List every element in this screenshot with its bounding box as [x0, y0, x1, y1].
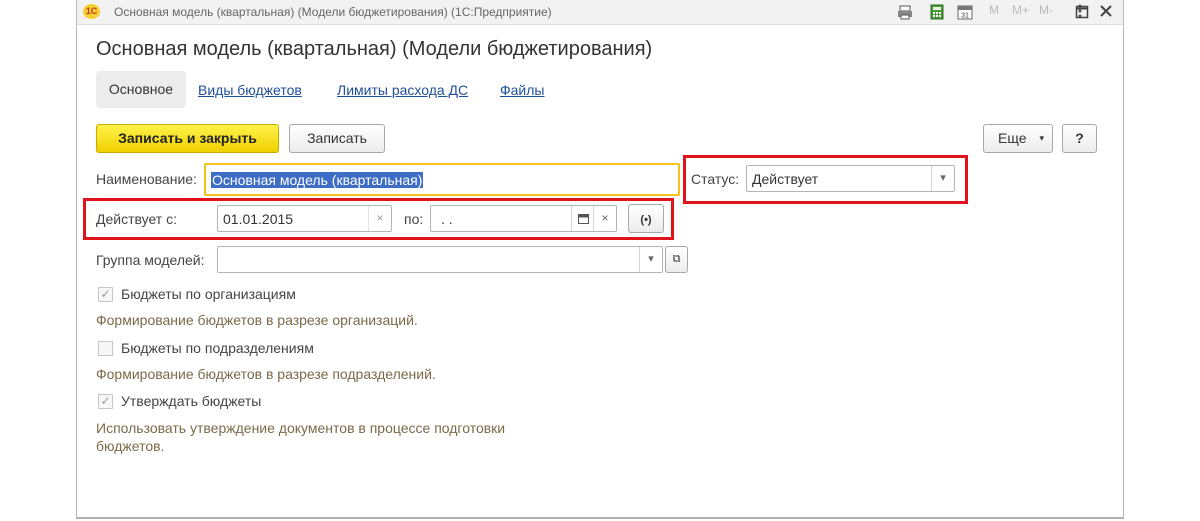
valid-to-input[interactable]: . . ×: [430, 205, 617, 232]
approve-hint: Использовать утверждение документов в пр…: [96, 420, 506, 454]
valid-to-value: . .: [441, 211, 453, 227]
valid-from-label: Действует с:: [96, 211, 177, 227]
chevron-down-icon[interactable]: ▾: [639, 247, 662, 272]
name-label: Наименование:: [96, 171, 197, 187]
chevron-down-icon[interactable]: ▾: [931, 166, 954, 191]
memory-m-button[interactable]: M: [989, 3, 999, 17]
window-title: Основная модель (квартальная) (Модели бю…: [114, 5, 552, 19]
departments-checkbox[interactable]: [98, 341, 113, 356]
approve-checkbox[interactable]: ✓: [98, 394, 113, 409]
calculator-icon[interactable]: [929, 4, 945, 20]
status-value: Действует: [752, 171, 819, 187]
more-button-label: Еще: [998, 130, 1027, 146]
orgs-hint: Формирование бюджетов в разрезе организа…: [96, 312, 418, 328]
period-icon: (•): [640, 214, 652, 226]
open-icon[interactable]: ⧉: [665, 246, 688, 273]
memory-plus-button[interactable]: M+: [1012, 3, 1029, 17]
close-icon[interactable]: [1099, 4, 1113, 21]
model-group-input[interactable]: ▾: [217, 246, 663, 273]
save-button[interactable]: Записать: [289, 124, 385, 153]
orgs-checkbox-label: Бюджеты по организациям: [121, 286, 296, 302]
chevron-down-icon: ▾: [1039, 133, 1044, 143]
tab-main[interactable]: Основное: [96, 71, 186, 108]
window-titlebar: 1С Основная модель (квартальная) (Модели…: [77, 0, 1123, 25]
clear-icon[interactable]: ×: [368, 206, 391, 231]
maximize-icon[interactable]: [1075, 5, 1089, 22]
form-title: Основная модель (квартальная) (Модели бю…: [96, 38, 653, 60]
valid-from-input[interactable]: 01.01.2015 ×: [217, 205, 392, 232]
tab-cash-limits[interactable]: Лимиты расхода ДС: [337, 82, 468, 98]
tab-budget-types[interactable]: Виды бюджетов: [198, 82, 302, 98]
form-window: 1С Основная модель (квартальная) (Модели…: [76, 0, 1124, 519]
name-input[interactable]: Основная модель (квартальная): [204, 163, 680, 196]
memory-minus-button[interactable]: M-: [1039, 3, 1053, 17]
svg-text:31: 31: [961, 13, 969, 20]
clear-icon[interactable]: ×: [593, 206, 616, 231]
status-select[interactable]: Действует ▾: [746, 165, 955, 192]
print-icon[interactable]: [897, 4, 913, 20]
departments-hint: Формирование бюджетов в разрезе подразде…: [96, 366, 436, 382]
calendar-icon[interactable]: [571, 206, 594, 231]
status-label: Статус:: [691, 171, 740, 187]
period-settings-button[interactable]: (•): [628, 204, 664, 233]
help-button[interactable]: ?: [1062, 124, 1097, 153]
calendar-icon[interactable]: 31: [957, 4, 973, 20]
valid-from-value: 01.01.2015: [223, 211, 294, 227]
name-value: Основная модель (квартальная): [211, 172, 424, 188]
save-and-close-button[interactable]: Записать и закрыть: [96, 124, 279, 153]
model-group-label: Группа моделей:: [96, 252, 205, 268]
app-logo-icon: 1С: [83, 4, 100, 19]
approve-checkbox-label: Утверждать бюджеты: [121, 393, 262, 409]
orgs-checkbox[interactable]: ✓: [98, 287, 113, 302]
valid-to-label: по:: [404, 211, 424, 227]
departments-checkbox-label: Бюджеты по подразделениям: [121, 340, 314, 356]
more-button[interactable]: Еще ▾: [983, 124, 1053, 153]
tab-files[interactable]: Файлы: [500, 82, 544, 98]
